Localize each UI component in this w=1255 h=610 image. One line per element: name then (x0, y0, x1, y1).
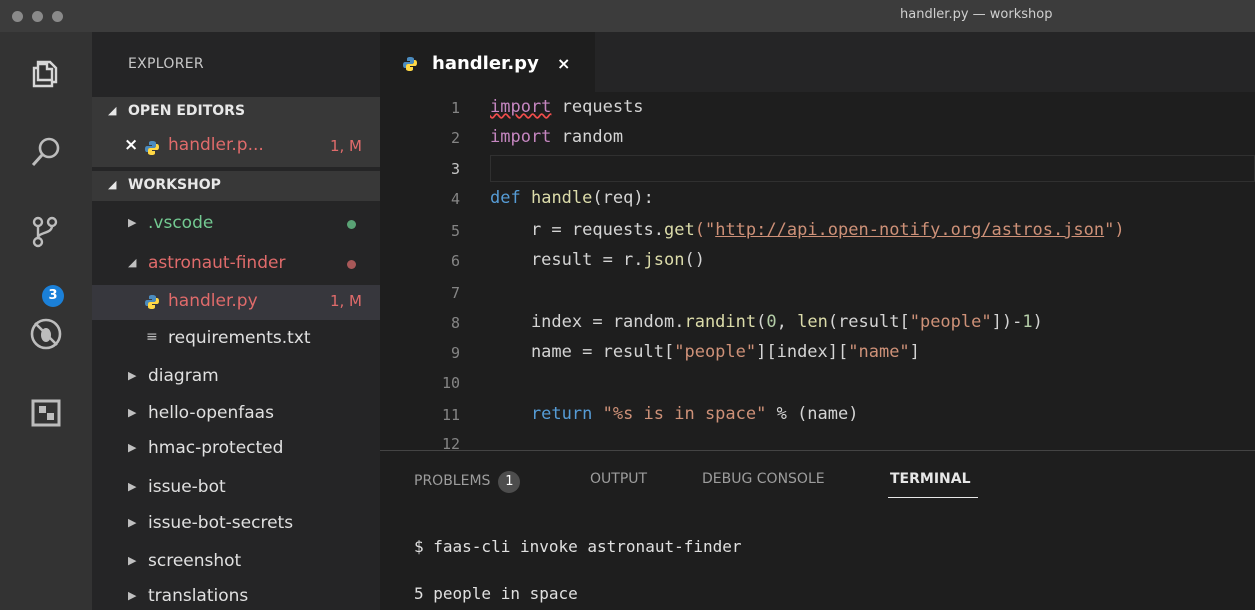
chevron-right-icon: ▶ (128, 441, 137, 454)
code-line-5: r = requests.get("http://api.open-notify… (490, 220, 1125, 240)
code-line-4: def handle(req): (490, 188, 654, 208)
code-line-1: import requests (490, 97, 644, 117)
zoom-window-button[interactable] (52, 11, 63, 22)
close-icon[interactable]: × (557, 54, 570, 73)
sidebar-title: EXPLORER (128, 56, 204, 72)
tree-item-hello-openfaas[interactable]: ▶ hello-openfaas (92, 399, 380, 429)
current-line-highlight (490, 155, 1255, 182)
chevron-down-icon: ◢ (128, 256, 137, 269)
tree-item-hmac-protected[interactable]: ▶ hmac-protected (92, 434, 380, 464)
tree-item-requirements-txt[interactable]: ≡ requirements.txt (92, 324, 380, 354)
tab-terminal[interactable]: TERMINAL (890, 471, 971, 487)
tree-item-translations[interactable]: ▶ translations (92, 582, 380, 610)
close-window-button[interactable] (12, 11, 23, 22)
tree-item-issue-bot[interactable]: ▶ issue-bot (92, 473, 380, 503)
chevron-right-icon: ▶ (128, 554, 137, 567)
line-number: 6 (450, 252, 460, 270)
chevron-right-icon: ▶ (128, 406, 137, 419)
minimize-window-button[interactable] (32, 11, 43, 22)
status-dot (347, 220, 356, 229)
code-line-2: import random (490, 127, 624, 147)
line-number: 7 (450, 284, 460, 302)
line-number: 5 (450, 222, 460, 240)
line-number: 12 (441, 435, 460, 450)
chevron-right-icon: ▶ (128, 216, 137, 229)
bottom-panel: PROBLEMS 1 OUTPUT DEBUG CONSOLE TERMINAL … (380, 450, 1255, 610)
scm-badge: 3 (42, 285, 64, 307)
explorer-sidebar: EXPLORER ◢ OPEN EDITORS × handler.p... 1… (92, 32, 380, 610)
code-line-6: result = r.json() (490, 250, 705, 270)
python-file-icon (145, 295, 159, 309)
close-icon[interactable]: × (124, 135, 138, 155)
title-bar: handler.py — workshop (0, 0, 1255, 32)
tab-problems[interactable]: PROBLEMS 1 (414, 471, 521, 493)
status-dot (347, 260, 356, 269)
chevron-right-icon: ▶ (128, 516, 137, 529)
line-number: 4 (450, 190, 460, 208)
active-tab-indicator (888, 497, 978, 498)
chevron-right-icon: ▶ (128, 589, 137, 602)
extensions-icon[interactable] (26, 392, 66, 432)
search-icon[interactable] (26, 132, 66, 172)
terminal-line: 5 people in space (414, 584, 578, 603)
chevron-right-icon: ▶ (128, 480, 137, 493)
line-number: 11 (441, 406, 460, 424)
open-editors-header[interactable]: ◢ OPEN EDITORS (92, 97, 380, 127)
python-file-icon (145, 141, 159, 155)
chevron-down-icon: ◢ (108, 104, 117, 117)
line-number: 10 (441, 374, 460, 392)
workspace-header[interactable]: ◢ WORKSHOP (92, 171, 380, 201)
tab-handler-py[interactable]: handler.py × (380, 32, 595, 92)
debug-icon[interactable] (26, 314, 66, 354)
line-number: 3 (450, 160, 460, 178)
tab-debug-console[interactable]: DEBUG CONSOLE (702, 471, 825, 487)
problems-count-badge: 1 (498, 471, 521, 493)
window-title: handler.py — workshop (900, 7, 1053, 22)
code-line-11: return "%s is in space" % (name) (490, 404, 859, 424)
tree-item-vscode[interactable]: ▶ .vscode (92, 209, 380, 239)
chevron-down-icon: ◢ (108, 178, 117, 191)
tree-item-issue-bot-secrets[interactable]: ▶ issue-bot-secrets (92, 509, 380, 539)
text-file-icon: ≡ (146, 329, 158, 345)
chevron-right-icon: ▶ (128, 369, 137, 382)
code-line-9: name = result["people"][index]["name"] (490, 342, 920, 362)
open-editor-item[interactable]: × handler.p... 1, M (92, 127, 380, 167)
line-number: 8 (450, 314, 460, 332)
tab-output[interactable]: OUTPUT (590, 471, 647, 487)
code-editor[interactable]: 1 2 3 4 5 6 7 8 9 10 11 12 import reques… (380, 92, 1255, 450)
tab-label: handler.py (432, 53, 539, 74)
tree-item-screenshot[interactable]: ▶ screenshot (92, 547, 380, 577)
tree-item-diagram[interactable]: ▶ diagram (92, 362, 380, 392)
terminal-line: $ faas-cli invoke astronaut-finder (414, 537, 742, 556)
tree-item-handler-py[interactable]: handler.py 1, M (92, 285, 380, 320)
line-number: 2 (450, 129, 460, 147)
files-icon[interactable] (26, 54, 66, 94)
tree-item-astronaut-finder[interactable]: ◢ astronaut-finder (92, 249, 380, 279)
editor-tab-bar: handler.py × (380, 32, 1255, 92)
code-line-8: index = random.randint(0, len(result["pe… (490, 312, 1043, 332)
line-number: 9 (450, 344, 460, 362)
source-control-icon[interactable] (26, 212, 66, 252)
activity-bar: 3 (0, 32, 92, 610)
line-number: 1 (450, 99, 460, 117)
python-file-icon (403, 57, 417, 71)
